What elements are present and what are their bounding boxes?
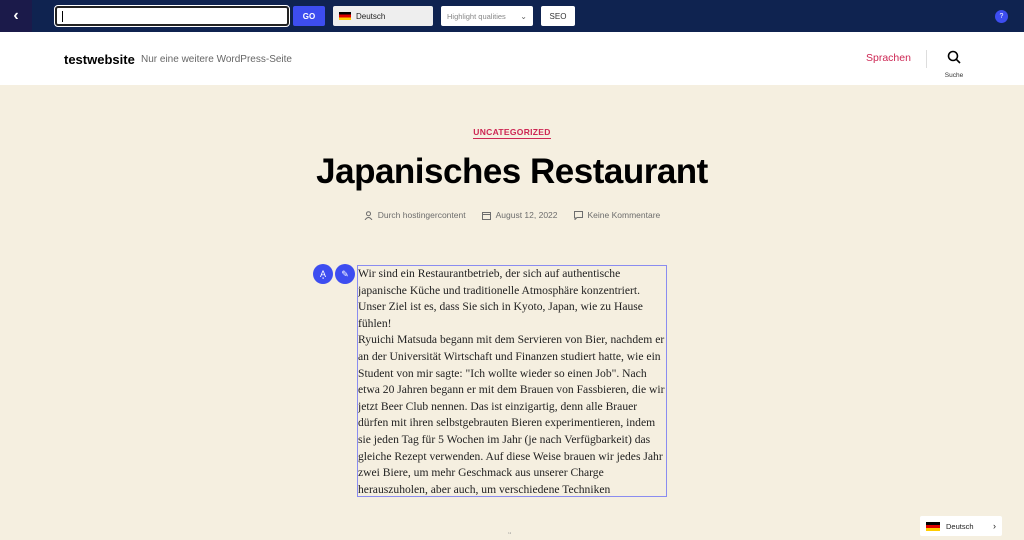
- pencil-icon: ✎: [341, 268, 349, 279]
- edit-button[interactable]: ✎: [335, 264, 355, 284]
- chevron-right-icon: ›: [993, 521, 996, 531]
- language-label: Deutsch: [356, 11, 386, 21]
- language-switcher-label: Deutsch: [946, 521, 974, 531]
- paragraph: Ryuichi Matsuda begann mit dem Servieren…: [358, 333, 665, 496]
- post-category: UNCATEGORIZED: [0, 127, 1024, 139]
- language-switcher[interactable]: Deutsch ›: [920, 516, 1002, 536]
- search-button[interactable]: Suche: [940, 50, 968, 82]
- search-icon: [947, 50, 961, 64]
- german-flag-icon: [926, 521, 940, 531]
- translation-toolbar: ‹ GO Deutsch Highlight qualities ⌄ SEO ?: [0, 0, 1024, 32]
- translate-button[interactable]: A̧: [313, 264, 333, 284]
- separator-mark: ‘‘: [508, 531, 512, 540]
- comment-icon: [573, 210, 583, 220]
- post-title: Japanisches Restaurant: [316, 152, 708, 191]
- spellcheck-icon: A̧: [319, 269, 326, 279]
- back-button[interactable]: ‹: [0, 0, 32, 32]
- edit-tools: A̧ ✎: [313, 264, 355, 284]
- editable-content-block[interactable]: Wir sind ein Restaurantbetrieb, der sich…: [357, 265, 667, 497]
- site-tagline: Nur eine weitere WordPress-Seite: [141, 54, 292, 65]
- user-icon: [364, 210, 373, 220]
- search-label: Suche: [944, 72, 964, 79]
- german-flag-icon: [339, 12, 351, 20]
- post-author[interactable]: Durch hostingercontent: [378, 210, 466, 220]
- go-button[interactable]: GO: [293, 6, 325, 26]
- category-link[interactable]: UNCATEGORIZED: [473, 127, 551, 139]
- text-caret: [62, 11, 63, 22]
- divider: [926, 50, 927, 68]
- post-meta: Durch hostingercontent August 12, 2022 K…: [0, 210, 1024, 220]
- post-comments[interactable]: Keine Kommentare: [588, 210, 661, 220]
- site-header: testwebsite Nur eine weitere WordPress-S…: [0, 32, 1024, 85]
- highlight-placeholder: Highlight qualities: [447, 11, 506, 21]
- calendar-icon: [481, 211, 491, 220]
- help-button[interactable]: ?: [995, 10, 1008, 23]
- highlight-qualities-select[interactable]: Highlight qualities ⌄: [441, 6, 533, 26]
- paragraph: Wir sind ein Restaurantbetrieb, der sich…: [358, 267, 643, 330]
- nav-link-sprachen[interactable]: Sprachen: [866, 52, 911, 64]
- site-title[interactable]: testwebsite: [64, 52, 135, 67]
- chevron-left-icon: ‹: [13, 7, 19, 24]
- url-input[interactable]: [54, 5, 290, 27]
- chevron-down-icon: ⌄: [520, 11, 527, 21]
- post-date[interactable]: August 12, 2022: [496, 210, 558, 220]
- language-select[interactable]: Deutsch: [333, 6, 433, 26]
- seo-button[interactable]: SEO: [541, 6, 575, 26]
